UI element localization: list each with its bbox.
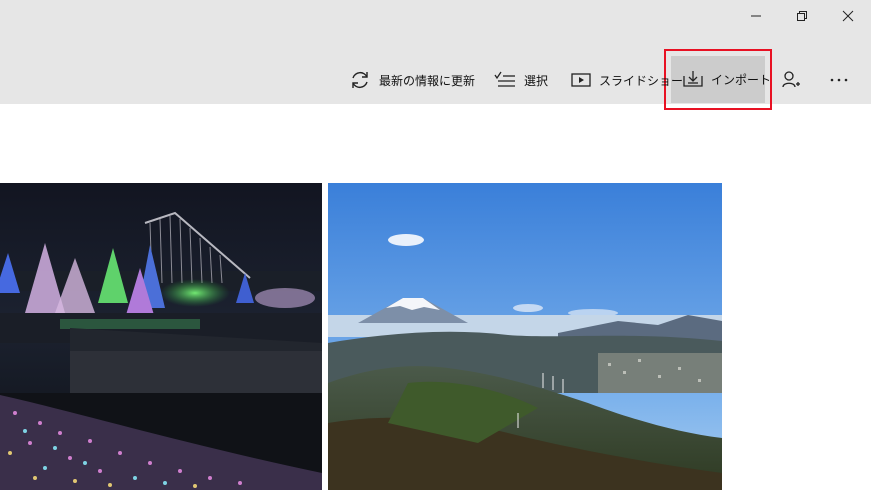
import-icon: [683, 70, 703, 88]
restore-button[interactable]: [779, 0, 825, 32]
refresh-button[interactable]: 最新の情報に更新: [349, 58, 475, 102]
refresh-icon: [349, 69, 371, 91]
more-button[interactable]: [829, 58, 857, 102]
close-icon: [842, 10, 854, 22]
slideshow-icon: [571, 72, 591, 88]
more-icon: [829, 77, 849, 83]
import-label: インポート: [711, 72, 772, 87]
slideshow-button[interactable]: スライドショー: [571, 58, 683, 102]
select-label: 選択: [524, 73, 549, 88]
mountain-photo[interactable]: [328, 183, 722, 490]
slideshow-label: スライドショー: [599, 73, 684, 88]
add-person-icon: [781, 70, 801, 90]
refresh-label: 最新の情報に更新: [379, 73, 476, 88]
restore-icon: [797, 11, 807, 21]
illumination-photo[interactable]: [0, 183, 322, 490]
import-button[interactable]: インポート: [683, 57, 771, 101]
close-button[interactable]: [825, 0, 871, 32]
select-button[interactable]: 選択: [494, 58, 548, 102]
minimize-icon: [751, 15, 761, 17]
select-icon: [494, 71, 516, 89]
add-person-button[interactable]: [781, 58, 809, 102]
minimize-button[interactable]: [733, 0, 779, 32]
